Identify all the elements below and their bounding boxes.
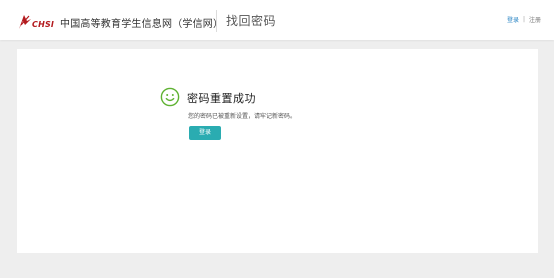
header-divider bbox=[216, 10, 217, 32]
site-logo[interactable]: CHSI bbox=[16, 11, 54, 31]
site-name: 中国高等教育学生信息网（学信网） bbox=[60, 19, 224, 30]
login-link[interactable]: 登录 bbox=[507, 15, 519, 24]
success-title: 密码重置成功 bbox=[187, 92, 256, 105]
smiley-icon bbox=[160, 87, 180, 107]
chsi-logo-icon bbox=[19, 15, 31, 29]
user-links: 登录 | 注册 bbox=[507, 15, 541, 24]
site-header: CHSI 中国高等教育学生信息网（学信网） 找回密码 登录 | 注册 bbox=[0, 0, 554, 40]
page-title: 找回密码 bbox=[226, 14, 277, 28]
success-message: 您的密码已被重新设置，请牢记新密码。 bbox=[188, 113, 297, 120]
login-button[interactable]: 登录 bbox=[189, 126, 221, 140]
main-panel: 密码重置成功 您的密码已被重新设置，请牢记新密码。 登录 bbox=[17, 49, 538, 253]
logo-text: CHSI bbox=[32, 19, 55, 29]
link-separator: | bbox=[522, 16, 525, 23]
register-link[interactable]: 注册 bbox=[529, 15, 541, 24]
